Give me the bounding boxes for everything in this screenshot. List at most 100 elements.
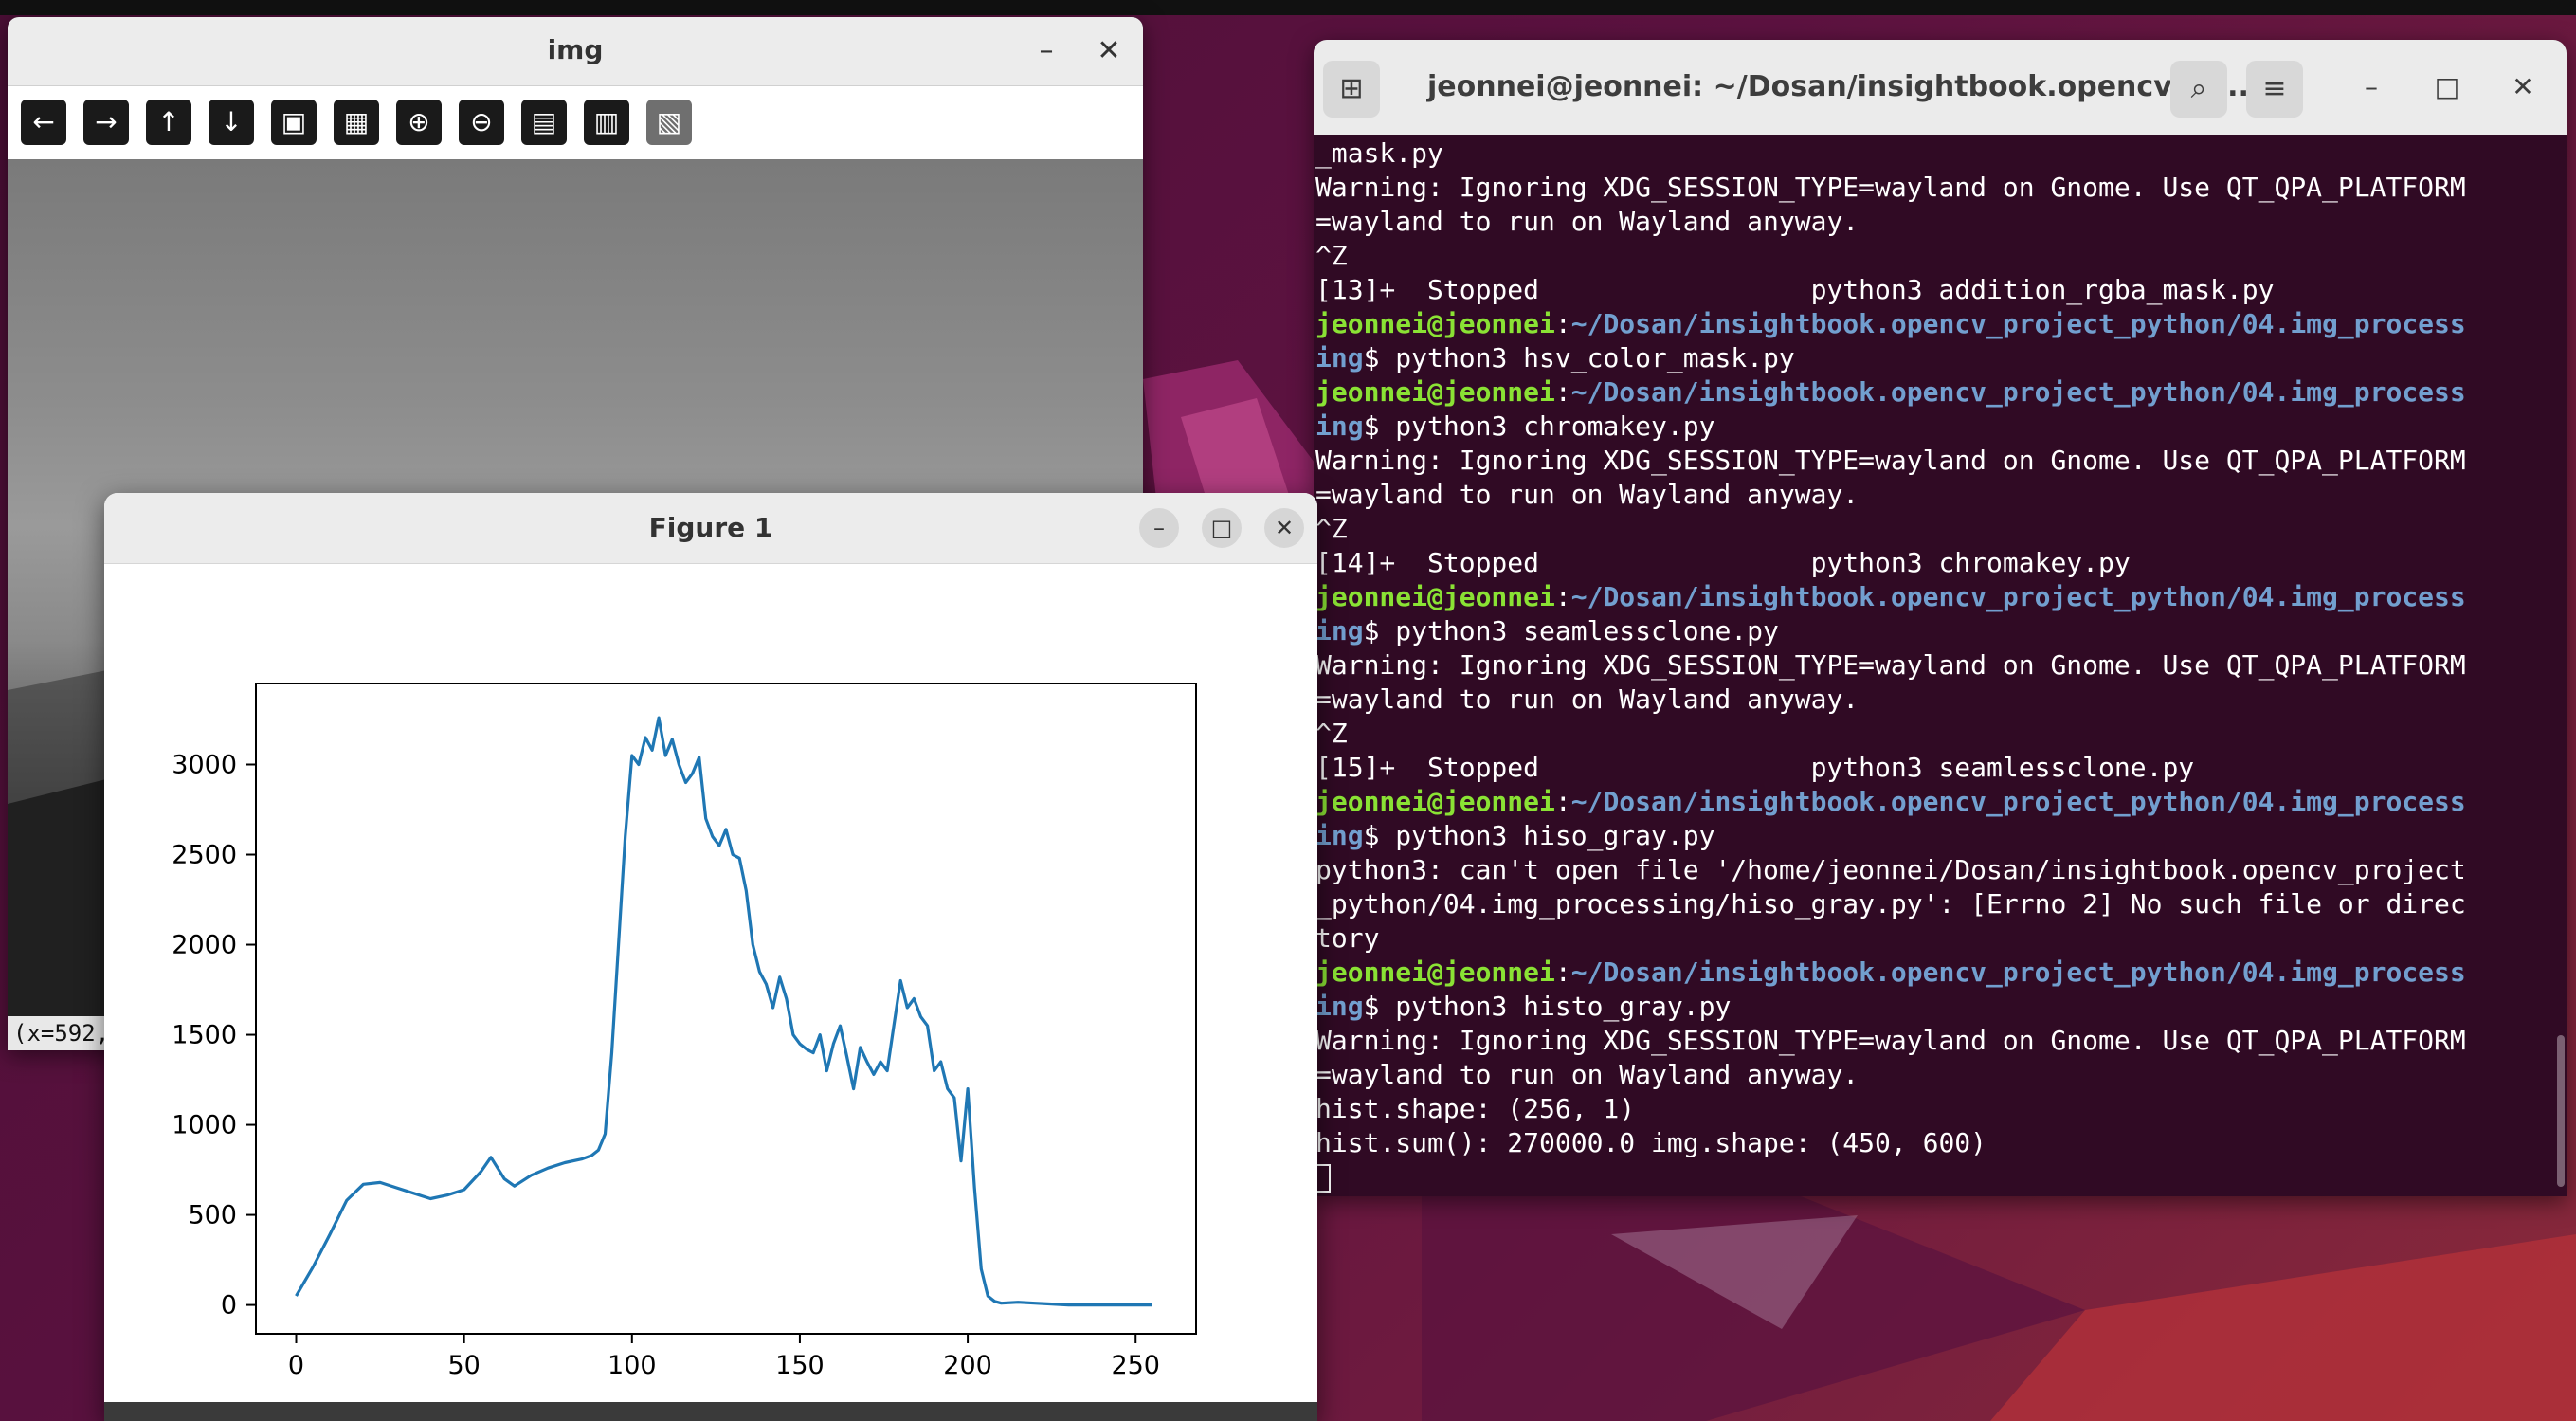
zoom-original-icon: ▦ — [343, 106, 370, 137]
terminal-line: Warning: Ignoring XDG_SESSION_TYPE=wayla… — [1315, 172, 2466, 203]
terminal-line: [15]+ Stopped python3 seamlessclone.py — [1315, 752, 2195, 783]
prompt-command: $ python3 hsv_color_mask.py — [1363, 342, 1795, 373]
save-button[interactable]: ▤ — [521, 100, 567, 145]
terminal-scrollbar[interactable] — [2557, 1035, 2565, 1187]
terminal-line: ing$ python3 seamlessclone.py — [1315, 614, 2557, 648]
terminal-line: jeonnei@jeonnei:~/Dosan/insightbook.open… — [1315, 956, 2557, 990]
pan-up-icon: ↑ — [157, 106, 180, 137]
prompt-path: ~/Dosan/insightbook.opencv_project_pytho… — [1570, 308, 2466, 339]
terminal-line: jeonnei@jeonnei:~/Dosan/insightbook.open… — [1315, 375, 2557, 410]
terminal-line: ing$ python3 hiso_gray.py — [1315, 819, 2557, 853]
y-tick-label: 2500 — [172, 841, 237, 870]
terminal-close-button[interactable]: ✕ — [2502, 66, 2544, 108]
x-tick-label: 250 — [1111, 1351, 1160, 1380]
plot-area — [255, 683, 1197, 1335]
prompt-user: jeonnei@jeonnei — [1315, 376, 1555, 408]
figure-title: Figure 1 — [648, 512, 773, 543]
prompt-path: ing — [1315, 615, 1364, 647]
prompt-path: ing — [1315, 991, 1364, 1022]
close-button[interactable]: ✕ — [1088, 30, 1130, 72]
prompt-command: $ python3 hiso_gray.py — [1363, 820, 1715, 851]
img-toolbar: ← → ↑ ↓ ▣ ▦ ⊕ ⊖ ▤ ▥ ▧ — [8, 86, 1143, 160]
x-tick-label: 200 — [943, 1351, 992, 1380]
prompt-user: jeonnei@jeonnei — [1315, 581, 1555, 612]
hamburger-icon: ≡ — [2262, 72, 2287, 105]
prompt-colon: : — [1554, 308, 1571, 339]
prompt-colon: : — [1554, 376, 1571, 408]
figure-titlebar[interactable]: Figure 1 – □ ✕ — [104, 493, 1317, 564]
figure-close-button[interactable]: ✕ — [1264, 508, 1304, 548]
new-tab-button[interactable]: ⊞ — [1323, 61, 1380, 118]
terminal-line: tory — [1315, 922, 1380, 954]
terminal-line: ^Z — [1315, 513, 1348, 544]
terminal-line: Warning: Ignoring XDG_SESSION_TYPE=wayla… — [1315, 1025, 2466, 1056]
properties-button[interactable]: ▧ — [646, 100, 692, 145]
zoom-fit-icon: ▣ — [281, 106, 307, 137]
zoom-original-button[interactable]: ▦ — [334, 100, 379, 145]
terminal-line: python3: can't open file '/home/jeonnei/… — [1315, 854, 2466, 885]
pan-down-icon: ↓ — [220, 106, 243, 137]
prompt-command: $ python3 chromakey.py — [1363, 410, 1715, 442]
prompt-path: ~/Dosan/insightbook.opencv_project_pytho… — [1570, 581, 2466, 612]
x-tick-label: 150 — [775, 1351, 825, 1380]
pan-left-icon: ← — [32, 106, 55, 137]
terminal-line: ^Z — [1315, 240, 1348, 271]
search-button[interactable]: ⌕ — [2170, 61, 2227, 118]
copy-clipboard-icon: ▥ — [593, 106, 620, 137]
prompt-colon: : — [1554, 581, 1571, 612]
figure-toolbar-strip — [104, 1402, 1317, 1421]
terminal-cursor — [1315, 1164, 1331, 1193]
prompt-path: ~/Dosan/insightbook.opencv_project_pytho… — [1570, 376, 2466, 408]
prompt-path: ~/Dosan/insightbook.opencv_project_pytho… — [1570, 786, 2466, 817]
copy-clipboard-button[interactable]: ▥ — [584, 100, 629, 145]
pan-right-button[interactable]: → — [83, 100, 129, 145]
new-tab-icon: ⊞ — [1339, 72, 1364, 105]
y-tick-label: 1000 — [172, 1111, 237, 1140]
terminal-line: =wayland to run on Wayland anyway. — [1315, 683, 1859, 715]
terminal-line: [14]+ Stopped python3 chromakey.py — [1315, 547, 2131, 578]
y-tick-label: 1500 — [172, 1021, 237, 1050]
properties-icon: ▧ — [656, 106, 682, 137]
prompt-command: $ python3 seamlessclone.py — [1363, 615, 1779, 647]
zoom-in-button[interactable]: ⊕ — [396, 100, 442, 145]
figure-minimize-button[interactable]: – — [1139, 508, 1179, 548]
terminal-output[interactable]: _mask.py Warning: Ignoring XDG_SESSION_TY… — [1315, 137, 2557, 1194]
terminal-line: hist.shape: (256, 1) — [1315, 1093, 1636, 1124]
zoom-out-button[interactable]: ⊖ — [459, 100, 504, 145]
pan-left-button[interactable]: ← — [21, 100, 66, 145]
zoom-in-icon: ⊕ — [408, 106, 430, 137]
terminal-titlebar[interactable]: ⊞ jeonnei@jeonnei: ~/Dosan/insightbook.o… — [1314, 40, 2567, 135]
terminal-line: hist.sum(): 270000.0 img.shape: (450, 60… — [1315, 1127, 1987, 1158]
zoom-out-icon: ⊖ — [470, 106, 493, 137]
pan-up-button[interactable]: ↑ — [146, 100, 191, 145]
prompt-path: ing — [1315, 410, 1364, 442]
terminal-line: ^Z — [1315, 718, 1348, 749]
terminal-title: jeonnei@jeonnei: ~/Dosan/insightbook.ope… — [1427, 70, 2249, 103]
prompt-user: jeonnei@jeonnei — [1315, 956, 1555, 988]
figure-window: Figure 1 – □ ✕ 0 50 100 150 200 250 0 500 1000 15… — [104, 493, 1317, 1421]
zoom-fit-button[interactable]: ▣ — [271, 100, 317, 145]
prompt-user: jeonnei@jeonnei — [1315, 308, 1555, 339]
terminal-line: jeonnei@jeonnei:~/Dosan/insightbook.open… — [1315, 580, 2557, 614]
terminal-line — [1315, 1160, 2557, 1194]
y-tick-label: 3000 — [172, 751, 237, 780]
img-titlebar[interactable]: img – ✕ — [8, 17, 1143, 86]
terminal-line: ing$ python3 chromakey.py — [1315, 410, 2557, 444]
terminal-maximize-button[interactable]: □ — [2426, 66, 2468, 108]
terminal-line: jeonnei@jeonnei:~/Dosan/insightbook.open… — [1315, 785, 2557, 819]
histogram-chart: 0 50 100 150 200 250050010001500200025003000 — [104, 564, 1317, 1403]
x-tick-label: 100 — [608, 1351, 657, 1380]
terminal-line: =wayland to run on Wayland anyway. — [1315, 1059, 1859, 1090]
prompt-path: ~/Dosan/insightbook.opencv_project_pytho… — [1570, 956, 2466, 988]
minimize-button[interactable]: – — [1025, 30, 1067, 72]
terminal-line: jeonnei@jeonnei:~/Dosan/insightbook.open… — [1315, 307, 2557, 341]
save-icon: ▤ — [531, 106, 557, 137]
terminal-line: Warning: Ignoring XDG_SESSION_TYPE=wayla… — [1315, 649, 2466, 681]
menu-button[interactable]: ≡ — [2246, 61, 2303, 118]
terminal-minimize-button[interactable]: – — [2350, 66, 2392, 108]
terminal-line: =wayland to run on Wayland anyway. — [1315, 479, 1859, 510]
terminal-line: ing$ python3 hsv_color_mask.py — [1315, 341, 2557, 375]
figure-maximize-button[interactable]: □ — [1202, 508, 1242, 548]
terminal-line: [13]+ Stopped python3 addition_rgba_mask… — [1315, 274, 2275, 305]
pan-down-button[interactable]: ↓ — [209, 100, 254, 145]
